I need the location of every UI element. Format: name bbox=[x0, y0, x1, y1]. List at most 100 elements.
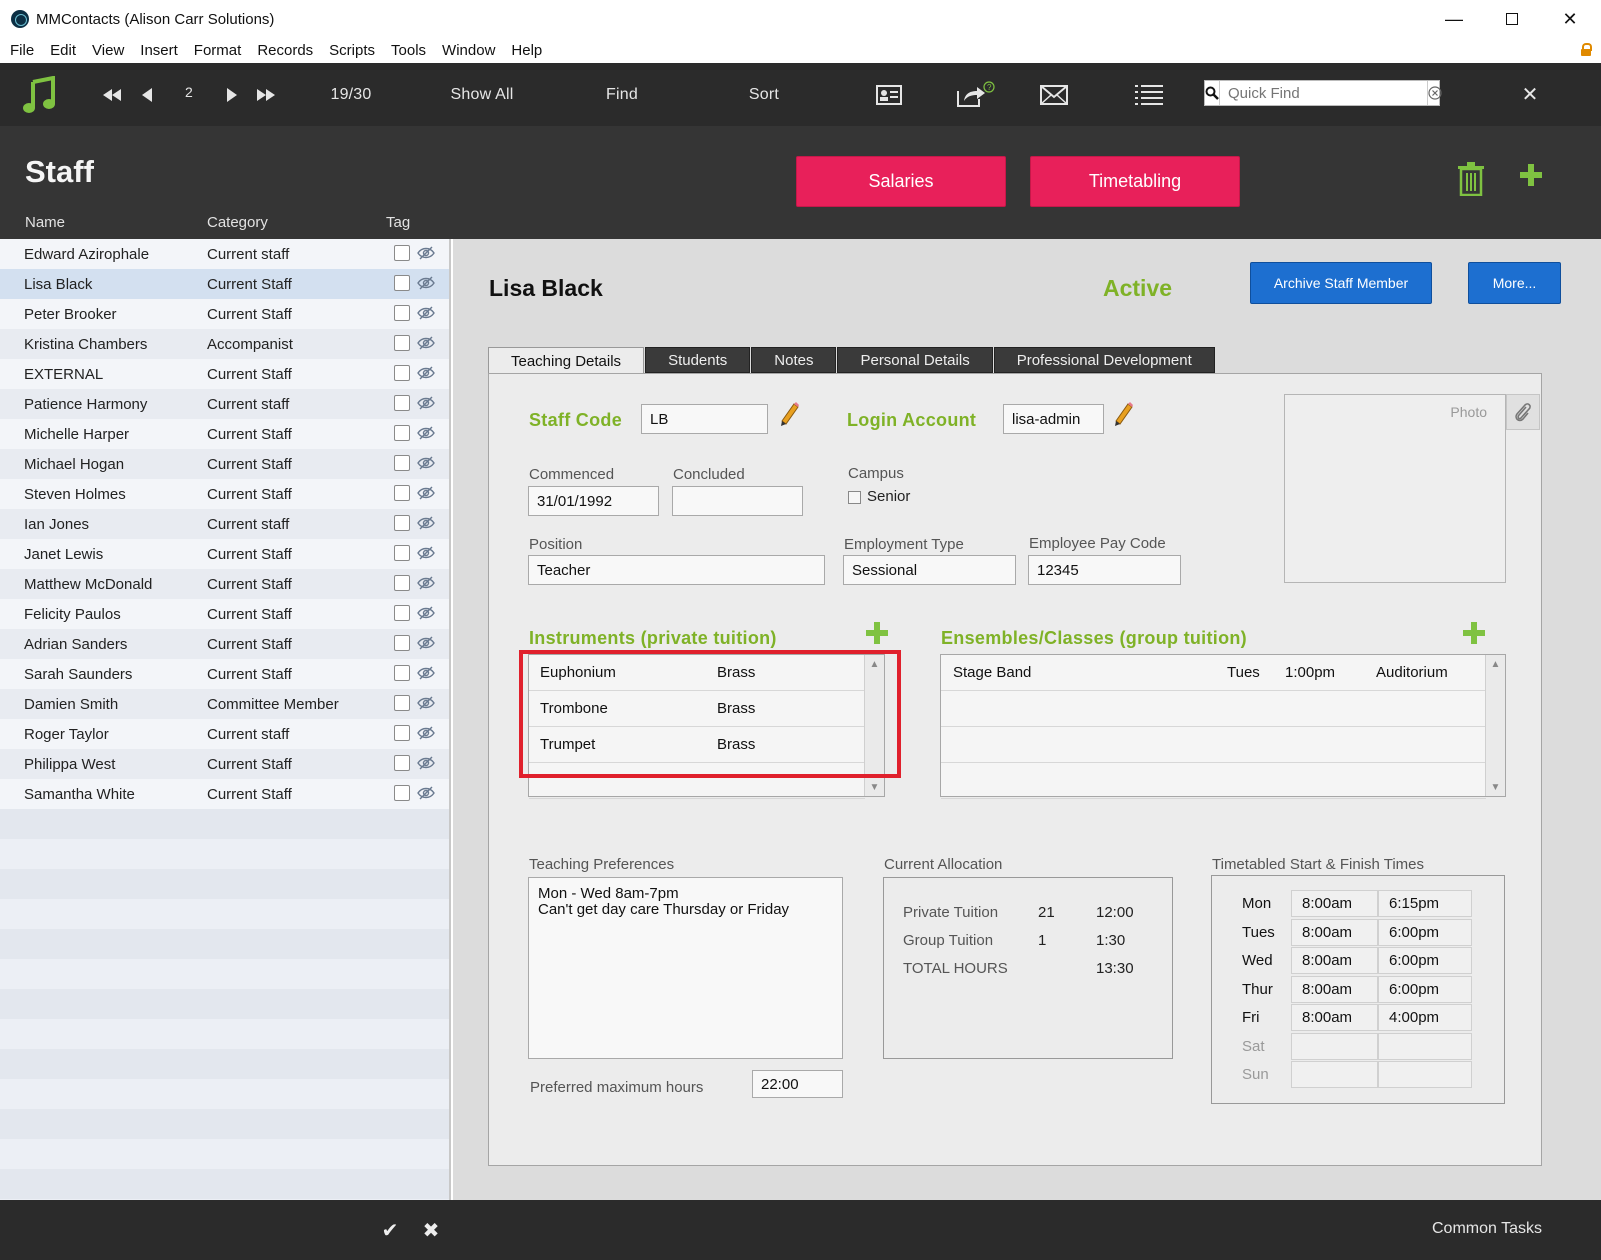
senior-checkbox[interactable] bbox=[848, 491, 861, 504]
revert-x-icon[interactable]: ✖ bbox=[416, 1200, 446, 1260]
tag-checkbox[interactable] bbox=[394, 635, 410, 651]
preferred-max-hours-field[interactable]: 22:00 bbox=[752, 1070, 843, 1098]
instrument-row[interactable]: Euphonium Brass bbox=[529, 655, 865, 691]
ensemble-row[interactable] bbox=[941, 691, 1486, 727]
attach-photo-button[interactable] bbox=[1506, 394, 1540, 430]
finish-time-field[interactable] bbox=[1378, 1061, 1472, 1088]
record-number-field[interactable]: 2 bbox=[176, 60, 202, 123]
menu-edit[interactable]: Edit bbox=[50, 42, 76, 59]
column-header-name[interactable]: Name bbox=[25, 214, 65, 231]
hide-eye-icon[interactable] bbox=[417, 366, 435, 380]
employment-type-field[interactable]: Sessional bbox=[843, 555, 1016, 585]
first-record-button[interactable] bbox=[98, 63, 126, 126]
column-header-category[interactable]: Category bbox=[207, 214, 268, 231]
column-header-tag[interactable]: Tag bbox=[386, 214, 410, 231]
tag-checkbox[interactable] bbox=[394, 425, 410, 441]
ensembles-scrollbar[interactable]: ▲ ▼ bbox=[1485, 655, 1505, 796]
tag-checkbox[interactable] bbox=[394, 275, 410, 291]
hide-eye-icon[interactable] bbox=[417, 486, 435, 500]
show-all-button[interactable]: Show All bbox=[440, 63, 524, 126]
hide-eye-icon[interactable] bbox=[417, 606, 435, 620]
staff-list-row[interactable]: Steven Holmes Current Staff bbox=[0, 479, 449, 509]
clear-search-button[interactable] bbox=[1427, 81, 1442, 105]
previous-record-button[interactable] bbox=[136, 63, 158, 126]
contact-card-button[interactable] bbox=[872, 63, 906, 126]
staff-list-row[interactable]: Janet Lewis Current Staff bbox=[0, 539, 449, 569]
concluded-field[interactable] bbox=[672, 486, 803, 516]
staff-list-row[interactable]: Samantha White Current Staff bbox=[0, 779, 449, 809]
search-button[interactable] bbox=[1205, 81, 1220, 105]
staff-list-row[interactable]: Roger Taylor Current staff bbox=[0, 719, 449, 749]
photo-container[interactable]: Photo bbox=[1284, 394, 1506, 583]
menu-scripts[interactable]: Scripts bbox=[329, 42, 375, 59]
finish-time-field[interactable]: 6:15pm bbox=[1378, 890, 1472, 917]
staff-list-row[interactable]: Matthew McDonald Current Staff bbox=[0, 569, 449, 599]
hide-eye-icon[interactable] bbox=[417, 546, 435, 560]
instrument-row[interactable]: Trumpet Brass bbox=[529, 727, 865, 763]
archive-staff-button[interactable]: Archive Staff Member bbox=[1250, 262, 1432, 304]
hide-eye-icon[interactable] bbox=[417, 456, 435, 470]
tag-checkbox[interactable] bbox=[394, 665, 410, 681]
new-record-button[interactable] bbox=[1520, 164, 1550, 194]
add-ensemble-button[interactable] bbox=[1463, 622, 1485, 644]
menu-window[interactable]: Window bbox=[442, 42, 495, 59]
menu-format[interactable]: Format bbox=[194, 42, 242, 59]
tag-checkbox[interactable] bbox=[394, 485, 410, 501]
tag-checkbox[interactable] bbox=[394, 365, 410, 381]
scroll-down-icon[interactable]: ▼ bbox=[1486, 778, 1505, 796]
finish-time-field[interactable]: 6:00pm bbox=[1378, 918, 1472, 946]
staff-list-row[interactable]: Adrian Sanders Current Staff bbox=[0, 629, 449, 659]
email-button[interactable] bbox=[1036, 63, 1072, 126]
instrument-row[interactable]: Trombone Brass bbox=[529, 691, 865, 727]
tag-checkbox[interactable] bbox=[394, 515, 410, 531]
delete-record-button[interactable] bbox=[1457, 162, 1485, 197]
scroll-up-icon[interactable]: ▲ bbox=[865, 655, 884, 673]
tab-students[interactable]: Students bbox=[645, 347, 751, 373]
staff-list-row[interactable]: Edward Azirophale Current staff bbox=[0, 239, 449, 269]
hide-eye-icon[interactable] bbox=[417, 636, 435, 650]
pay-code-field[interactable]: 12345 bbox=[1028, 555, 1181, 585]
start-time-field[interactable]: 8:00am bbox=[1291, 1004, 1378, 1031]
hide-eye-icon[interactable] bbox=[417, 246, 435, 260]
tag-checkbox[interactable] bbox=[394, 785, 410, 801]
hide-eye-icon[interactable] bbox=[417, 756, 435, 770]
menu-help[interactable]: Help bbox=[511, 42, 542, 59]
list-view-button[interactable] bbox=[1130, 63, 1168, 126]
staff-list-row[interactable]: Ian Jones Current staff bbox=[0, 509, 449, 539]
menu-view[interactable]: View bbox=[92, 42, 124, 59]
hide-eye-icon[interactable] bbox=[417, 516, 435, 530]
hide-eye-icon[interactable] bbox=[417, 276, 435, 290]
minimize-button[interactable]: — bbox=[1425, 0, 1483, 38]
hide-eye-icon[interactable] bbox=[417, 576, 435, 590]
tag-checkbox[interactable] bbox=[394, 575, 410, 591]
tag-checkbox[interactable] bbox=[394, 755, 410, 771]
quick-find-input[interactable] bbox=[1220, 82, 1427, 104]
menu-file[interactable]: File bbox=[10, 42, 34, 59]
finish-time-field[interactable]: 6:00pm bbox=[1378, 947, 1472, 974]
ensemble-row[interactable]: Stage Band Tues 1:00pm Auditorium bbox=[941, 655, 1486, 691]
edit-login-pencil-icon[interactable] bbox=[1112, 401, 1134, 427]
more-button[interactable]: More... bbox=[1468, 262, 1561, 304]
tag-checkbox[interactable] bbox=[394, 395, 410, 411]
tag-checkbox[interactable] bbox=[394, 605, 410, 621]
tag-checkbox[interactable] bbox=[394, 695, 410, 711]
instruments-scrollbar[interactable]: ▲ ▼ bbox=[864, 655, 884, 796]
tag-checkbox[interactable] bbox=[394, 305, 410, 321]
hide-eye-icon[interactable] bbox=[417, 426, 435, 440]
staff-code-field[interactable]: LB bbox=[641, 404, 768, 434]
sort-button[interactable]: Sort bbox=[736, 63, 792, 126]
position-field[interactable]: Teacher bbox=[528, 555, 825, 585]
menu-insert[interactable]: Insert bbox=[140, 42, 178, 59]
tag-checkbox[interactable] bbox=[394, 245, 410, 261]
commenced-field[interactable]: 31/01/1992 bbox=[528, 486, 659, 516]
start-time-field[interactable]: 8:00am bbox=[1291, 975, 1378, 1003]
tag-checkbox[interactable] bbox=[394, 335, 410, 351]
scroll-down-icon[interactable]: ▼ bbox=[865, 778, 884, 796]
tab-teaching-details[interactable]: Teaching Details bbox=[488, 347, 645, 375]
start-time-field[interactable] bbox=[1291, 1061, 1378, 1088]
finish-time-field[interactable]: 6:00pm bbox=[1378, 975, 1472, 1003]
staff-list-row[interactable]: Kristina Chambers Accompanist bbox=[0, 329, 449, 359]
instrument-row[interactable] bbox=[529, 763, 865, 799]
tag-checkbox[interactable] bbox=[394, 725, 410, 741]
common-tasks-button[interactable]: Common Tasks bbox=[1432, 1220, 1542, 1238]
